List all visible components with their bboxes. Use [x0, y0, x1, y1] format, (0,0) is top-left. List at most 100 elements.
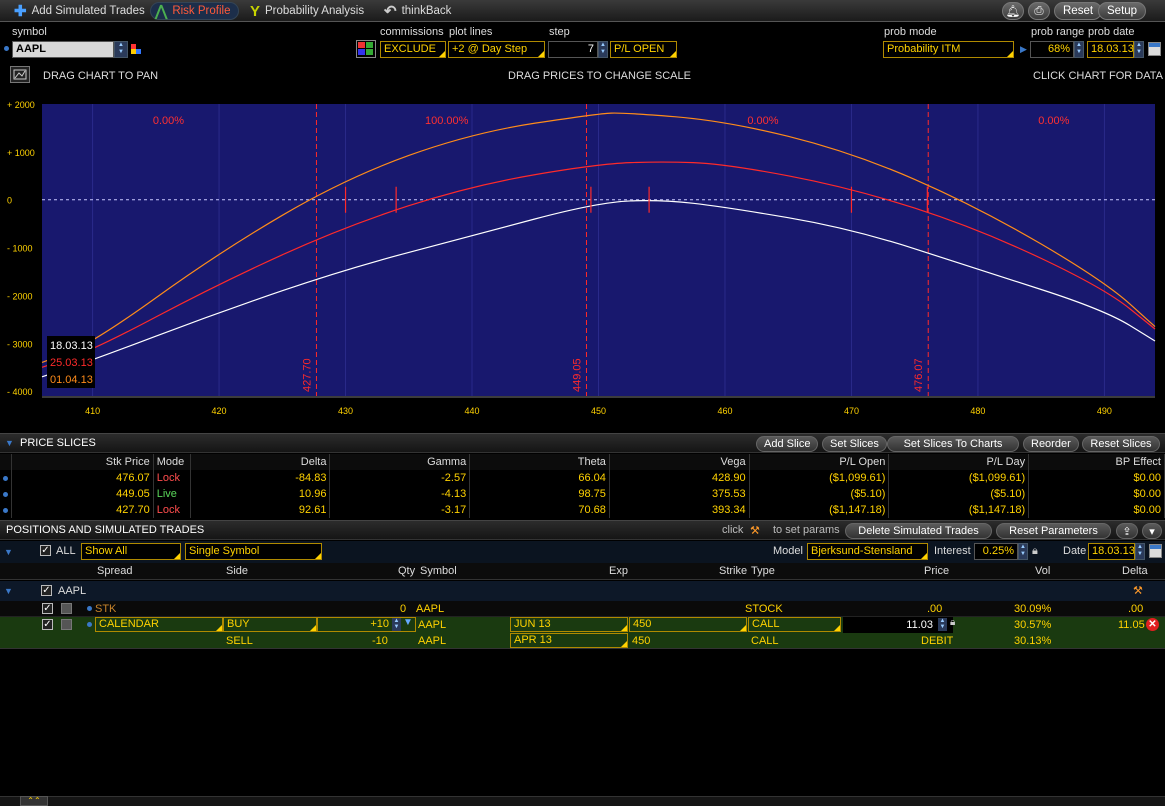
row-checkbox[interactable]: ✓ [42, 603, 53, 614]
table-row[interactable]: 427.70 Lock 92.61 -3.17 70.68 393.34 ($1… [0, 502, 1165, 518]
spread-select[interactable]: CALENDAR [95, 617, 223, 632]
col-symbol[interactable]: Symbol [420, 563, 457, 579]
exp-select[interactable]: APR 13 [510, 633, 628, 648]
calendar-icon[interactable] [1149, 544, 1162, 558]
col-strike[interactable]: Strike [719, 563, 747, 579]
risk-profile-chart[interactable]: + 2000 + 1000 0 - 1000 - 2000 - 3000 - 4000 410… [0, 90, 1165, 420]
select-all-checkbox[interactable]: ✓ [40, 545, 51, 556]
plot-lines-select[interactable]: +2 @ Day Step [448, 41, 545, 58]
collapse-icon[interactable]: ▼ [4, 547, 13, 557]
model-select[interactable]: Bjerksund-Stensland [807, 543, 928, 560]
prob-date-input[interactable]: 18.03.13 [1087, 41, 1134, 58]
delete-row-icon[interactable]: ✕ [1146, 618, 1159, 631]
symbol-dropdown-button[interactable]: ▲ ▼ [114, 41, 128, 58]
chart-settings-button[interactable] [10, 66, 30, 83]
date-input[interactable]: 18.03.13 [1088, 543, 1135, 560]
row-checkbox[interactable]: ✓ [42, 619, 53, 630]
qty-input[interactable]: +10 [317, 617, 416, 632]
col-delta[interactable]: Delta [190, 454, 331, 470]
reset-button[interactable]: Reset [1054, 2, 1103, 20]
col-theta[interactable]: Theta [469, 454, 610, 470]
step-label: step [549, 26, 570, 38]
model-label: Model [773, 545, 803, 557]
tab-add-simulated-trades[interactable]: ✚ Add Simulated Trades [10, 2, 153, 20]
table-row[interactable]: SELL -10 AAPL APR 13 450 CALL DEBIT 30.1… [0, 633, 1165, 649]
reset-slices-button[interactable]: Reset Slices [1082, 436, 1160, 452]
color-grid-button[interactable] [356, 40, 376, 58]
collapse-icon[interactable]: ▼ [4, 586, 13, 596]
bell-icon: 🔔︎ [1005, 6, 1021, 18]
y-tick-label: - 4000 [7, 387, 33, 397]
symbol-filter-select[interactable]: Single Symbol [185, 543, 322, 560]
symbol-input[interactable]: AAPL [12, 41, 114, 58]
col-bp-effect[interactable]: BP Effect [1028, 454, 1165, 470]
price-input[interactable]: 11.03 [843, 617, 953, 633]
step-spinner[interactable]: ▲ ▼ [598, 41, 608, 58]
col-type[interactable]: Type [751, 563, 775, 579]
side-select[interactable]: BUY [223, 617, 317, 632]
prob-range-spinner[interactable]: ▲ ▼ [1074, 41, 1084, 58]
collapse-icon[interactable]: ▼ [5, 438, 14, 448]
prob-date-spinner[interactable]: ▲ ▼ [1134, 41, 1144, 58]
add-slice-button[interactable]: Add Slice [756, 436, 819, 452]
col-mode[interactable]: Mode [153, 454, 191, 470]
col-pl-day[interactable]: P/L Day [888, 454, 1030, 470]
prob-range-input[interactable]: 68% [1030, 41, 1074, 58]
wrench-icon[interactable]: ⚒ [1133, 584, 1143, 597]
table-row[interactable]: 449.05 Live 10.96 -4.13 98.75 375.53 ($5… [0, 486, 1165, 502]
col-gamma[interactable]: Gamma [329, 454, 471, 470]
reset-parameters-button[interactable]: Reset Parameters [996, 523, 1111, 539]
probability-zone-label: 0.00% [153, 115, 184, 127]
date-spinner[interactable]: ▲ ▼ [1135, 543, 1145, 560]
show-filter-select[interactable]: Show All [81, 543, 181, 560]
pl-mode-select[interactable]: P/L OPEN [610, 41, 677, 58]
qty-dropdown-icon[interactable]: ▼ [403, 617, 413, 628]
price-spinner[interactable]: ▲ ▼ [938, 618, 947, 631]
col-spread[interactable]: Spread [97, 563, 132, 579]
group-checkbox[interactable]: ✓ [41, 585, 52, 596]
group-row-aapl[interactable]: ▼ ✓ AAPL ⚒ [0, 581, 1165, 601]
strike-select[interactable]: 450 [629, 617, 747, 632]
col-price[interactable]: Price [924, 563, 949, 579]
col-delta[interactable]: Delta [1122, 563, 1148, 579]
table-row[interactable]: ✓ CALENDAR BUY +10 ▲ ▼ ▼ AAPL JUN 13 450 … [0, 617, 1165, 633]
tab-thinkback[interactable]: ↶ thinkBack [380, 2, 459, 20]
lock-icon[interactable]: 🔒︎ [1032, 545, 1038, 558]
table-row[interactable]: 476.07 Lock -84.83 -2.57 66.04 428.90 ($… [0, 470, 1165, 486]
prob-mode-select[interactable]: Probability ITM [883, 41, 1014, 58]
delete-simulated-trades-button[interactable]: Delete Simulated Trades [845, 523, 992, 539]
export-button[interactable]: ⇪ [1116, 523, 1138, 539]
alert-bell-button[interactable]: 🔔︎ [1002, 2, 1024, 20]
col-side[interactable]: Side [226, 563, 248, 579]
col-exp[interactable]: Exp [609, 563, 628, 579]
lock-icon[interactable]: 🔒︎ [950, 617, 955, 628]
expand-panel-icon[interactable]: ⌃⌃ [20, 796, 48, 806]
col-vega[interactable]: Vega [609, 454, 750, 470]
row-toggle[interactable] [61, 603, 72, 614]
menu-button[interactable]: ▾ [1142, 523, 1162, 539]
interest-input[interactable]: 0.25% [974, 543, 1018, 560]
table-header-row: Stk Price Mode Delta Gamma Theta Vega P/… [0, 454, 1165, 470]
set-slices-to-charts-button[interactable]: Set Slices To Charts [887, 436, 1019, 452]
tab-risk-profile[interactable]: ⋀ Risk Profile [150, 2, 240, 20]
qty-spinner[interactable]: ▲ ▼ [392, 618, 401, 631]
tab-probability-analysis[interactable]: Y Probability Analysis [246, 2, 372, 20]
table-row[interactable]: ✓ STK 0 AAPL STOCK .00 30.09% .00 [0, 601, 1165, 617]
interest-spinner[interactable]: ▲ ▼ [1018, 543, 1028, 560]
row-toggle[interactable] [61, 619, 72, 630]
calendar-icon[interactable] [1148, 42, 1161, 56]
col-vol[interactable]: Vol [1035, 563, 1050, 579]
y-tick-label: - 3000 [7, 339, 33, 349]
setup-button[interactable]: Setup [1098, 2, 1147, 20]
y-tick-label: 0 [7, 196, 12, 206]
exp-select[interactable]: JUN 13 [510, 617, 628, 632]
col-pl-open[interactable]: P/L Open [749, 454, 890, 470]
commissions-select[interactable]: EXCLUDE [380, 41, 446, 58]
type-select[interactable]: CALL [748, 617, 841, 632]
col-stk-price[interactable]: Stk Price [11, 454, 154, 470]
col-qty[interactable]: Qty [398, 563, 415, 579]
step-input[interactable]: 7 [548, 41, 598, 58]
print-button[interactable]: ⎙ [1028, 2, 1050, 20]
reorder-button[interactable]: Reorder [1023, 436, 1079, 452]
set-slices-button[interactable]: Set Slices [822, 436, 887, 452]
